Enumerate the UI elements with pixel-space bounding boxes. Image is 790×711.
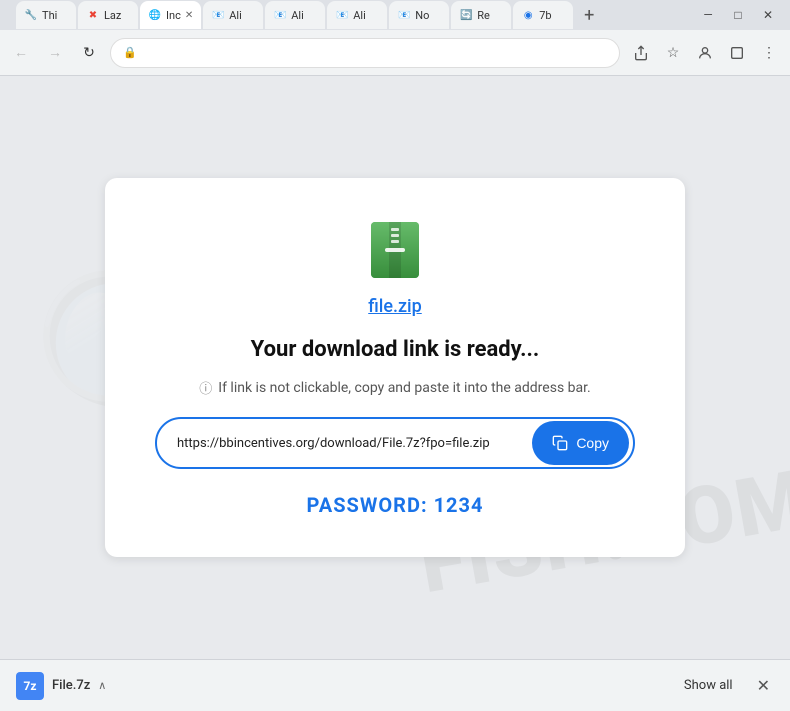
download-filename: File.7z — [52, 678, 90, 693]
new-tab-button[interactable]: + — [575, 1, 603, 29]
forward-button[interactable]: → — [42, 40, 68, 66]
zip-file-icon — [363, 218, 427, 282]
page-content: 🔍 FISH.COM — [0, 76, 790, 659]
download-headline: Your download link is ready... — [251, 337, 540, 362]
title-bar: 🔧 Thi ✖ Laz 🌐 Inc ✕ 📧 Ali 📧 Ali 📧 Ali — [0, 0, 790, 30]
tab3-close-icon[interactable]: ✕ — [185, 10, 193, 21]
copy-button[interactable]: Copy — [532, 421, 629, 465]
copy-button-label: Copy — [576, 435, 609, 451]
tab5-label: Ali — [291, 9, 317, 22]
download-bar: 7z File.7z ∧ Show all ✕ — [0, 659, 790, 711]
maximize-button[interactable]: □ — [724, 4, 752, 26]
tab1-label: Thi — [42, 9, 68, 22]
tab2-label: Laz — [104, 9, 130, 22]
close-button[interactable]: ✕ — [754, 4, 782, 26]
tab7-favicon: 📧 — [397, 8, 411, 22]
show-all-button[interactable]: Show all — [676, 674, 741, 697]
browser-tab-7[interactable]: 📧 No — [389, 1, 449, 29]
tab6-favicon: 📧 — [335, 8, 349, 22]
lock-icon: 🔒 — [123, 46, 137, 59]
share-button[interactable] — [628, 40, 654, 66]
info-text: If link is not clickable, copy and paste… — [218, 380, 590, 396]
tabs-container: 🔧 Thi ✖ Laz 🌐 Inc ✕ 📧 Ali 📧 Ali 📧 Ali — [16, 1, 686, 29]
file-icon-wrapper — [363, 218, 427, 282]
address-bar-row: ← → ↻ 🔒 ☆ ⋮ — [0, 30, 790, 76]
browser-tab-2[interactable]: ✖ Laz — [78, 1, 138, 29]
tab4-label: Ali — [229, 9, 255, 22]
browser-tab-6[interactable]: 📧 Ali — [327, 1, 387, 29]
bookmark-button[interactable]: ☆ — [660, 40, 686, 66]
info-row: ⓘ If link is not clickable, copy and pas… — [199, 378, 590, 397]
url-row: https://bbincentives.org/download/File.7… — [155, 417, 635, 469]
tab3-favicon: 🌐 — [148, 8, 162, 22]
tab7-label: No — [415, 9, 441, 22]
filename[interactable]: file.zip — [368, 296, 422, 317]
menu-button[interactable]: ⋮ — [756, 40, 782, 66]
info-icon: ⓘ — [199, 378, 212, 397]
browser-tab-3[interactable]: 🌐 Inc ✕ — [140, 1, 201, 29]
download-file-icon: 7z — [16, 672, 44, 700]
browser-tab-1[interactable]: 🔧 Thi — [16, 1, 76, 29]
tab9-favicon: ◉ — [521, 8, 535, 22]
download-bar-close-button[interactable]: ✕ — [753, 674, 774, 697]
tab8-label: Re — [477, 9, 503, 22]
window-controls: — □ ✕ — [694, 4, 782, 26]
copy-icon — [552, 435, 568, 451]
tab3-label: Inc — [166, 9, 181, 22]
password-row: PASSWORD: 1234 — [307, 493, 484, 517]
address-bar-actions: ☆ ⋮ — [628, 40, 782, 66]
browser-tab-4[interactable]: 📧 Ali — [203, 1, 263, 29]
browser-tab-9[interactable]: ◉ 7b — [513, 1, 573, 29]
expand-icon[interactable]: ∧ — [98, 679, 106, 692]
extensions-button[interactable] — [724, 40, 750, 66]
reload-button[interactable]: ↻ — [76, 40, 102, 66]
browser-tab-5[interactable]: 📧 Ali — [265, 1, 325, 29]
tab5-favicon: 📧 — [273, 8, 287, 22]
download-url[interactable]: https://bbincentives.org/download/File.7… — [157, 436, 532, 451]
download-card: file.zip Your download link is ready... … — [105, 178, 685, 557]
tab2-favicon: ✖ — [86, 8, 100, 22]
minimize-button[interactable]: — — [694, 4, 722, 26]
tab8-favicon: 🔄 — [459, 8, 473, 22]
tab6-label: Ali — [353, 9, 379, 22]
back-button[interactable]: ← — [8, 40, 34, 66]
profile-button[interactable] — [692, 40, 718, 66]
tab9-label: 7b — [539, 9, 565, 22]
tab1-favicon: 🔧 — [24, 8, 38, 22]
download-item: 7z File.7z ∧ — [16, 672, 106, 700]
address-bar[interactable]: 🔒 — [110, 38, 620, 68]
browser-tab-8[interactable]: 🔄 Re — [451, 1, 511, 29]
tab4-favicon: 📧 — [211, 8, 225, 22]
